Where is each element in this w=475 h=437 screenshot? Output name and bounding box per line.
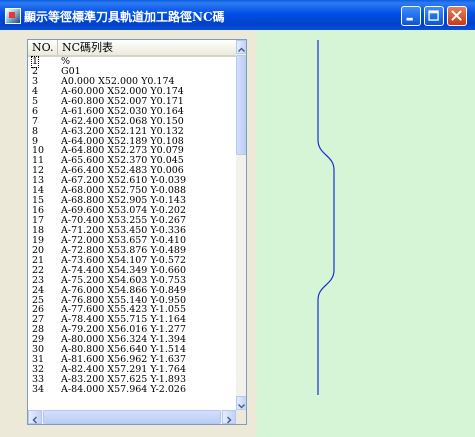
chevron-left-icon [32, 416, 38, 424]
minimize-button[interactable] [401, 6, 421, 26]
close-button[interactable] [447, 6, 467, 26]
list-rows: 1% 2 G01 3 A0.000 X52.000 Y0.174 4 A-60.000 X5… [28, 56, 236, 395]
close-icon [451, 10, 462, 21]
maximize-button[interactable] [424, 6, 444, 26]
title-bar[interactable]: 顯示等徑標準刀具軌道加工路徑NC碼 [0, 0, 475, 30]
toolpath-plot [317, 40, 335, 395]
minimize-icon [406, 17, 413, 21]
vertical-scrollbar[interactable] [236, 40, 246, 410]
scrollbar-corner [236, 410, 246, 424]
chevron-right-icon [226, 416, 232, 424]
list-item[interactable]: 34 A-84.000 X57.964 Y-2.026 [28, 383, 236, 395]
scroll-up-button[interactable] [236, 40, 246, 54]
scroll-right-button[interactable] [222, 410, 236, 424]
list-item[interactable]: 24 A-76.000 X54.866 Y-0.849 [28, 285, 236, 296]
horizontal-scroll-thumb[interactable] [43, 410, 221, 424]
column-header-no[interactable]: NO. [28, 40, 58, 55]
vertical-scroll-thumb[interactable] [236, 55, 246, 155]
column-header-nc-code[interactable]: NC碼列表 [58, 40, 236, 55]
window-title: 顯示等徑標準刀具軌道加工路徑NC碼 [24, 10, 225, 24]
toolpath-canvas[interactable] [256, 30, 475, 437]
list-item[interactable]: 1% [28, 56, 236, 68]
horizontal-scrollbar[interactable] [28, 410, 236, 424]
list-item[interactable]: 8 A-63.200 X52.121 Y0.132 [28, 126, 236, 137]
scroll-left-button[interactable] [28, 410, 42, 424]
toolpath-line [317, 40, 335, 395]
nc-code-list[interactable]: NO. NC碼列表 1% 2 G01 3 A0.000 X52.000 Y0.174 4 A… [27, 39, 247, 425]
scroll-down-button[interactable] [236, 396, 246, 410]
list-header: NO. NC碼列表 [28, 40, 236, 57]
row-nc-code: A-84.000 X57.964 Y-2.026 [61, 383, 186, 395]
row-number: 34 [32, 383, 45, 395]
maximize-icon [428, 10, 439, 21]
app-icon [5, 8, 21, 24]
